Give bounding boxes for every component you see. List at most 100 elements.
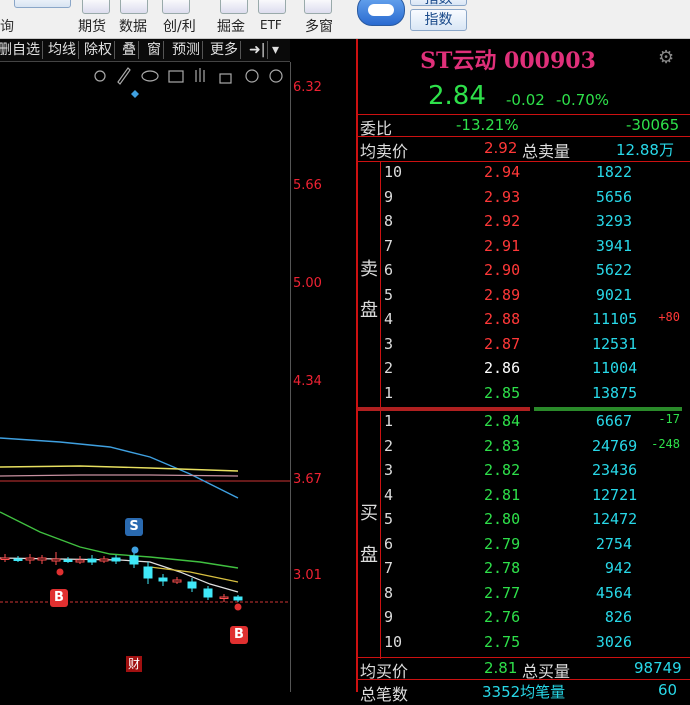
toolbar-multiwindow[interactable]: 多窗: [305, 16, 333, 36]
sell-row[interactable]: 6 2.90 5622: [358, 261, 690, 286]
buy-marker-b-1[interactable]: B: [50, 589, 68, 607]
kline-svg[interactable]: [0, 62, 290, 692]
avg-buy-row: 均买价 2.81 总买量 98749: [358, 658, 690, 681]
data-icon[interactable]: [120, 0, 148, 14]
candle-body: [25, 557, 35, 561]
volume: 23436: [592, 461, 638, 479]
buy-row[interactable]: 3 2.82 23436: [358, 461, 690, 486]
sell-row[interactable]: 5 2.89 9021: [358, 286, 690, 311]
sell-row[interactable]: 9 2.93 5656: [358, 188, 690, 213]
ma-blue-line: [0, 437, 239, 499]
volume: 4564: [595, 583, 632, 602]
gold-icon[interactable]: [220, 0, 248, 14]
sell-row[interactable]: 3 2.87 12531: [358, 335, 690, 360]
buy-pressure-bar: [534, 407, 682, 411]
kline-chart[interactable]: S B B 财: [0, 62, 290, 692]
price: 2.79: [484, 534, 521, 553]
volume: 5656: [595, 187, 632, 206]
futures-icon[interactable]: [82, 0, 110, 14]
price: 2.93: [484, 187, 521, 206]
volume: 12472: [592, 510, 638, 528]
price: 2.75: [484, 632, 521, 651]
price: 2.94: [484, 163, 521, 181]
buy-row[interactable]: 1 2.84 6667 -17: [358, 412, 690, 437]
axis-label: 5.66: [293, 178, 322, 193]
bottom-left-label: 总笔数: [360, 685, 409, 704]
tab-overlay[interactable]: 叠: [120, 41, 139, 59]
robot-assistant-icon[interactable]: [357, 0, 405, 26]
growth-icon[interactable]: [162, 0, 190, 14]
buy-row[interactable]: 5 2.80 12472: [358, 510, 690, 535]
divider: [358, 136, 690, 137]
level: 2: [384, 436, 394, 455]
buy-row[interactable]: 2 2.83 24769 -248: [358, 437, 690, 462]
price: 2.86: [484, 359, 521, 377]
buy-row[interactable]: 4 2.81 12721: [358, 486, 690, 511]
candle-body: [158, 577, 168, 582]
sell-row[interactable]: 2 2.86 11004: [358, 359, 690, 384]
tab-more[interactable]: 更多: [208, 41, 241, 59]
toolbar-etf[interactable]: ETF: [260, 18, 282, 32]
etf-icon[interactable]: [258, 0, 286, 14]
signal-dot: [234, 603, 242, 611]
volume: 11105: [592, 310, 638, 328]
gear-icon[interactable]: ⚙: [658, 47, 674, 68]
multiwindow-icon[interactable]: [304, 0, 332, 14]
finance-marker[interactable]: 财: [126, 656, 142, 672]
candle-body: [0, 557, 10, 560]
settings-icon: [94, 70, 106, 82]
axis-label: 3.67: [293, 472, 322, 487]
index-button-top[interactable]: 指数: [410, 0, 467, 6]
toolbar-growth[interactable]: 创/利: [163, 16, 196, 36]
sell-row[interactable]: 1 2.85 13875: [358, 384, 690, 409]
tab-expand[interactable]: ➜|: [247, 41, 269, 59]
weibi-diff: -30065: [626, 116, 680, 134]
buy-row[interactable]: 8 2.77 4564: [358, 584, 690, 609]
level: 7: [384, 236, 394, 255]
sell-row[interactable]: 8 2.92 3293: [358, 212, 690, 237]
toolbar-gold[interactable]: 掘金: [217, 16, 245, 36]
volume: 12531: [592, 334, 638, 353]
toolbar-data[interactable]: 数据: [119, 16, 147, 36]
tab-window[interactable]: 窗: [145, 41, 164, 59]
level: 6: [384, 534, 394, 553]
toolbar-futures[interactable]: 期货: [78, 16, 106, 36]
candle-body: [13, 558, 23, 561]
index-button[interactable]: 指数: [410, 9, 467, 31]
buy-row[interactable]: 10 2.75 3026: [358, 633, 690, 658]
candle-body: [99, 558, 109, 562]
level: 9: [384, 608, 394, 626]
price-change-pct: -0.70%: [556, 91, 610, 109]
buy-row[interactable]: 9 2.76 826: [358, 608, 690, 633]
buy-row[interactable]: 7 2.78 942: [358, 559, 690, 584]
price: 2.76: [484, 608, 521, 626]
sell-row[interactable]: 7 2.91 3941: [358, 237, 690, 262]
tab-moving-average[interactable]: 均线: [46, 41, 79, 59]
candles-group: [0, 546, 243, 611]
bag-icon: [168, 70, 184, 83]
level: 10: [384, 632, 403, 651]
ma-pink-line: [0, 474, 239, 477]
candle-body: [219, 596, 229, 599]
candle-body: [63, 559, 73, 562]
tab-forecast[interactable]: 预测: [170, 41, 203, 59]
hand-icon: [195, 68, 205, 82]
price: 2.88: [484, 310, 521, 328]
volume: 11004: [592, 359, 638, 377]
toolbar-partial-button[interactable]: [14, 0, 71, 8]
sell-row[interactable]: 4 2.88 11105 +80: [358, 310, 690, 335]
volume: 3941: [595, 236, 632, 255]
buy-row[interactable]: 6 2.79 2754: [358, 535, 690, 560]
sell-marker-s[interactable]: S: [125, 518, 143, 536]
tab-remove-favorite[interactable]: 删自选: [0, 41, 43, 59]
tab-ex-rights[interactable]: 除权: [82, 41, 115, 59]
buy-marker-b-2[interactable]: B: [230, 626, 248, 644]
sell-row[interactable]: 10 2.94 1822: [358, 163, 690, 188]
tab-dropdown[interactable]: ▾: [270, 41, 281, 59]
volume: 5622: [595, 261, 632, 279]
axis-label: 6.32: [293, 80, 322, 95]
volume: 2754: [595, 534, 632, 553]
divider: [358, 679, 690, 680]
toolbar-left-label[interactable]: 询: [0, 16, 14, 36]
total-sell-label: 总卖量: [522, 142, 571, 161]
